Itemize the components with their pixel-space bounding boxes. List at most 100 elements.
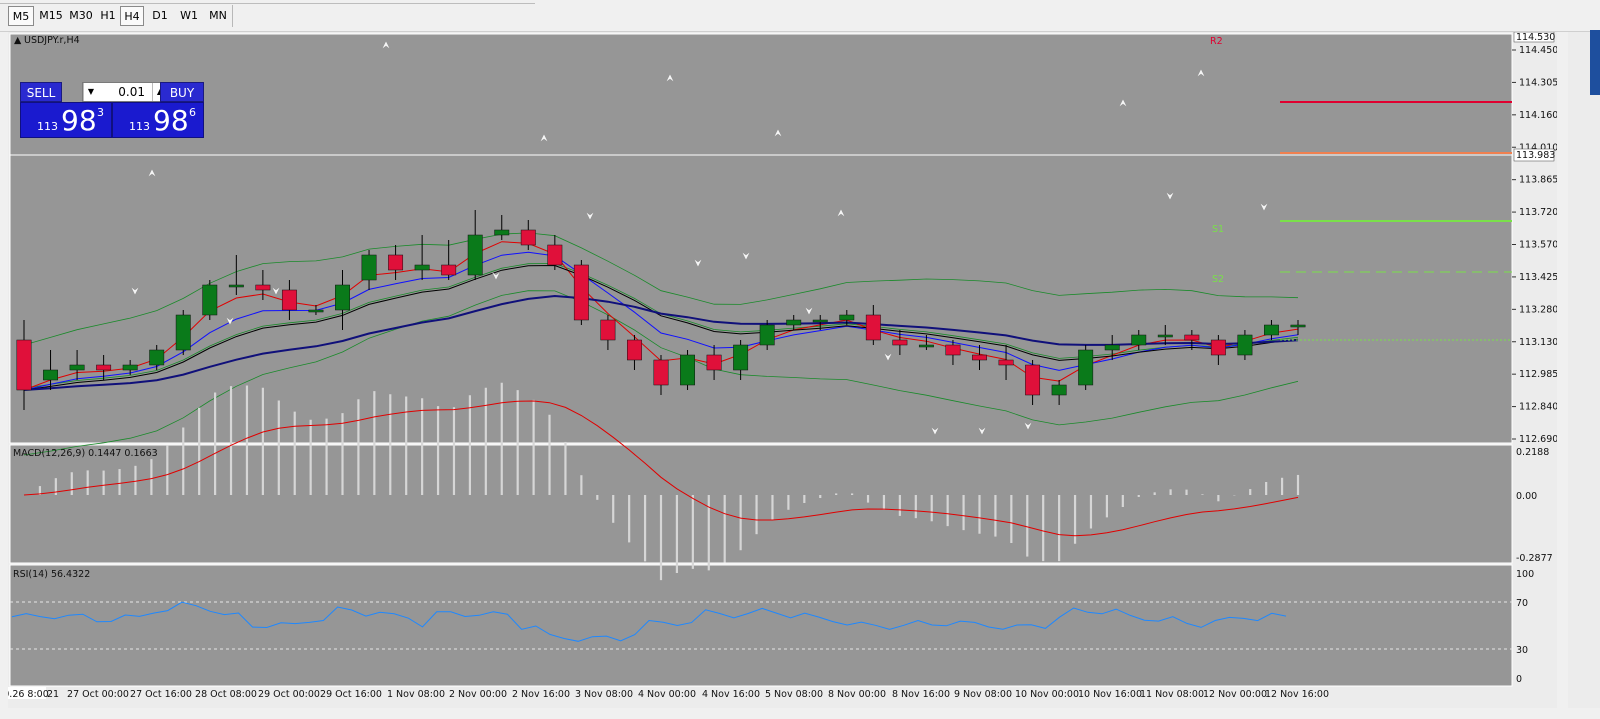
candle-body <box>1210 339 1226 356</box>
buy-price-sup: 6 <box>189 106 196 119</box>
rsi-label: RSI(14) 56.4322 <box>13 569 90 580</box>
candle-body <box>1184 334 1200 341</box>
candle-body <box>706 354 722 371</box>
price-tick-label: 113.425 <box>1519 272 1558 283</box>
candle-body <box>945 344 961 356</box>
tf-m5-button[interactable]: M5 <box>8 6 34 26</box>
time-tick-label: 4 Nov 00:00 <box>638 689 696 700</box>
tf-h1-button[interactable]: H1 <box>96 6 120 26</box>
time-tick-label: 8 Nov 00:00 <box>828 689 886 700</box>
candle-body <box>1078 349 1094 386</box>
time-tick-label: 1 Nov 08:00 <box>387 689 445 700</box>
time-tick-label: 9 Nov 08:00 <box>954 689 1012 700</box>
candle-body <box>149 349 165 366</box>
time-tick-label: 2 Nov 16:00 <box>512 689 570 700</box>
candle-body <box>812 319 828 323</box>
price-axis: 114.450114.305114.160114.010113.865113.7… <box>1512 45 1558 445</box>
time-tick-label: 3 Nov 08:00 <box>575 689 633 700</box>
candle-body <box>441 264 457 276</box>
lot-decrease-icon[interactable]: ▼ <box>83 83 98 101</box>
sell-button[interactable]: SELL <box>20 82 62 102</box>
time-tick-label: 2 Nov 00:00 <box>449 689 507 700</box>
time-tick-label: 12 Nov 16:00 <box>1265 689 1329 700</box>
rsi-panel[interactable] <box>9 564 1513 687</box>
candle-body <box>308 309 324 313</box>
macd-tick-bottom: -0.2877 <box>1516 553 1553 564</box>
main-chart-panel[interactable] <box>9 33 1513 444</box>
macd-panel[interactable] <box>9 444 1513 564</box>
tf-w1-button[interactable]: W1 <box>176 6 202 26</box>
buy-price-box[interactable]: 113 98 6 <box>112 102 204 138</box>
pivot-label: S1 <box>1212 224 1224 235</box>
price-tick-label: 112.985 <box>1519 369 1558 380</box>
pivot-label: R2 <box>1210 36 1223 47</box>
candle-body <box>122 364 138 371</box>
candle-body <box>839 314 855 321</box>
rsi-tick-0: 0 <box>1516 674 1522 685</box>
chart-window[interactable]: R2S1S2S3 114.450114.305114.160114.010113… <box>8 32 1600 708</box>
tf-h4-button[interactable]: H4 <box>120 6 144 26</box>
price-tick-label: 113.280 <box>1519 304 1558 315</box>
sell-price-sup: 3 <box>97 106 104 119</box>
time-tick-label: 29 Oct 16:00 <box>320 689 382 700</box>
price-chart[interactable]: R2S1S2S3 114.450114.305114.160114.010113… <box>8 32 1600 708</box>
candle-body <box>335 284 350 311</box>
candle-body <box>759 324 775 346</box>
chart-symbol-icon: ▲ <box>14 35 22 46</box>
buy-price-big: 98 <box>153 104 189 137</box>
candle-body <box>16 339 32 391</box>
candle-body <box>892 339 908 346</box>
candle-body <box>1237 334 1253 356</box>
candle-body <box>467 234 483 276</box>
candle-body <box>600 319 616 341</box>
price-tick-label: 114.160 <box>1519 110 1558 121</box>
candle-body <box>653 359 669 386</box>
price-tick-label: 112.690 <box>1519 434 1558 445</box>
rsi-tick-30: 30 <box>1516 645 1528 656</box>
candle-body <box>255 284 271 291</box>
time-tick-label: 27 Oct 16:00 <box>130 689 192 700</box>
candle-body <box>918 344 934 348</box>
candle-body <box>202 284 218 316</box>
candle-body <box>1104 344 1120 351</box>
tf-m15-button[interactable]: M15 <box>36 6 66 26</box>
candle-body <box>972 354 987 361</box>
candle-body <box>43 369 58 381</box>
buy-price-prefix: 113 <box>129 120 150 133</box>
macd-label: MACD(12,26,9) 0.1447 0.1663 <box>13 448 158 459</box>
candle-body <box>680 354 695 386</box>
time-tick-label: 28 Oct 08:00 <box>195 689 257 700</box>
price-tick-label: 113.720 <box>1519 207 1558 218</box>
candle-body <box>786 319 802 326</box>
time-tick-label: 21 <box>47 689 59 700</box>
tf-m30-button[interactable]: M30 <box>66 6 96 26</box>
chart-title: USDJPY.r,H4 <box>24 35 80 46</box>
candle-body <box>520 229 536 246</box>
sell-price-prefix: 113 <box>37 120 58 133</box>
candle-body <box>96 364 112 371</box>
tf-mn-button[interactable]: MN <box>204 6 232 26</box>
price-tick-label: 112.840 <box>1519 402 1558 413</box>
toolbar-separator <box>232 5 233 27</box>
price-tick-label: 113.570 <box>1519 240 1558 251</box>
lot-size-value: 0.01 <box>118 85 145 99</box>
candle-body <box>228 284 244 288</box>
top-price-value: 114.530 <box>1516 32 1555 43</box>
candle-body <box>1051 384 1067 396</box>
macd-tick-top: 0.2188 <box>1516 447 1549 458</box>
sell-price-box[interactable]: 113 98 3 <box>20 102 112 138</box>
current-price-value: 113.983 <box>1516 150 1555 161</box>
candle-body <box>1025 364 1041 396</box>
buy-button[interactable]: BUY <box>160 82 204 102</box>
tf-d1-button[interactable]: D1 <box>148 6 172 26</box>
rsi-tick-70: 70 <box>1516 598 1528 609</box>
time-tick-label: 4 Nov 16:00 <box>702 689 760 700</box>
macd-tick-zero: 0.00 <box>1516 491 1537 502</box>
candle-body <box>1157 334 1173 338</box>
side-panel-tab[interactable] <box>1590 30 1600 95</box>
time-tick-label: 8 Nov 16:00 <box>892 689 950 700</box>
candle-body <box>865 314 881 341</box>
candle-body <box>361 254 377 281</box>
candle-body <box>1264 324 1279 336</box>
lot-size-field[interactable]: ▼ 0.01 ▲ <box>82 82 168 102</box>
